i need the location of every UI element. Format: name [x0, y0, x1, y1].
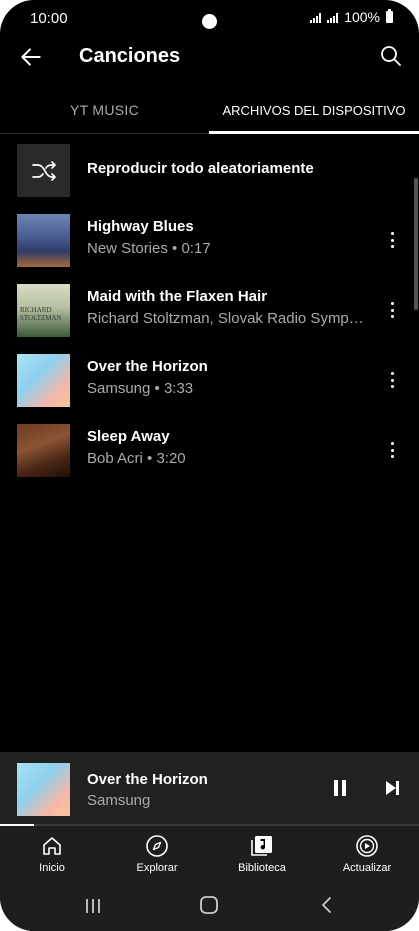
song-subtitle: Bob Acri • 3:20 — [87, 450, 186, 467]
nav-label: Explorar — [136, 862, 178, 874]
mini-player-artist: Samsung — [87, 792, 151, 809]
song-subtitle: New Stories • 0:17 — [87, 240, 211, 257]
album-art — [17, 424, 70, 477]
arrow-left-icon[interactable] — [18, 44, 44, 70]
library-icon — [251, 836, 272, 856]
status-indicators: 100% — [310, 9, 393, 25]
phone-screen: 10:00 100% Canciones YT MUSIC ARCHIVOS D… — [0, 0, 419, 931]
bottom-nav: Inicio Explorar Biblioteca Actualizar — [0, 826, 419, 882]
song-subtitle: Richard Stoltzman, Slovak Radio Symph… — [87, 310, 367, 327]
album-art-text: RICHARD STOLTZMAN — [20, 306, 62, 322]
search-icon[interactable] — [379, 44, 403, 68]
back-icon[interactable] — [317, 895, 337, 915]
skip-next-icon[interactable] — [381, 777, 403, 799]
tab-indicator — [209, 131, 419, 134]
shuffle-all-label: Reproducir todo aleatoriamente — [87, 160, 314, 177]
more-vert-icon[interactable] — [385, 439, 399, 461]
song-row[interactable]: Sleep Away Bob Acri • 3:20 — [0, 415, 419, 485]
upgrade-icon — [356, 835, 378, 857]
scrollbar[interactable] — [414, 178, 418, 310]
app-header: Canciones — [0, 36, 419, 80]
tab-bar: YT MUSIC ARCHIVOS DEL DISPOSITIVO — [0, 86, 419, 134]
recents-icon[interactable] — [83, 896, 103, 916]
compass-icon — [146, 835, 168, 857]
front-camera — [202, 14, 217, 29]
song-row[interactable]: Highway Blues New Stories • 0:17 — [0, 205, 419, 275]
song-title: Over the Horizon — [87, 358, 208, 375]
tab-yt-music[interactable]: YT MUSIC — [0, 86, 209, 134]
nav-item-inicio[interactable]: Inicio — [0, 826, 104, 882]
nav-item-actualizar[interactable]: Actualizar — [315, 826, 419, 882]
mini-player[interactable]: Over the Horizon Samsung — [0, 752, 419, 826]
song-row[interactable]: Over the Horizon Samsung • 3:33 — [0, 345, 419, 415]
more-vert-icon[interactable] — [385, 369, 399, 391]
pause-icon[interactable] — [329, 777, 351, 799]
page-title: Canciones — [79, 45, 181, 67]
battery-percent: 100% — [344, 9, 380, 25]
shuffle-all-row[interactable]: Reproducir todo aleatoriamente — [0, 135, 419, 205]
song-title: Sleep Away — [87, 428, 170, 445]
song-title: Highway Blues — [87, 218, 194, 235]
more-vert-icon[interactable] — [385, 229, 399, 251]
mini-player-art — [17, 763, 70, 816]
song-subtitle: Samsung • 3:33 — [87, 380, 194, 397]
song-title: Maid with the Flaxen Hair — [87, 288, 268, 305]
more-vert-icon[interactable] — [385, 299, 399, 321]
album-art: RICHARD STOLTZMAN — [17, 284, 70, 337]
battery-icon — [386, 9, 393, 23]
status-time: 10:00 — [30, 10, 68, 27]
song-row[interactable]: RICHARD STOLTZMAN Maid with the Flaxen H… — [0, 275, 419, 345]
status-bar: 10:00 100% — [0, 0, 419, 36]
nav-item-biblioteca[interactable]: Biblioteca — [210, 826, 314, 882]
album-art — [17, 214, 70, 267]
nav-label: Inicio — [39, 862, 65, 874]
home-icon — [43, 837, 61, 855]
system-nav-bar — [0, 882, 419, 931]
signal-icon — [327, 12, 339, 23]
mini-player-title: Over the Horizon — [87, 771, 208, 788]
tab-device-files[interactable]: ARCHIVOS DEL DISPOSITIVO — [209, 86, 419, 134]
album-art — [17, 354, 70, 407]
shuffle-icon — [31, 160, 56, 181]
signal-icon — [310, 12, 322, 23]
nav-label: Actualizar — [342, 862, 392, 874]
home-button-icon[interactable] — [199, 895, 219, 915]
shuffle-thumb — [17, 144, 70, 197]
nav-item-explorar[interactable]: Explorar — [105, 826, 209, 882]
nav-label: Biblioteca — [238, 862, 286, 874]
